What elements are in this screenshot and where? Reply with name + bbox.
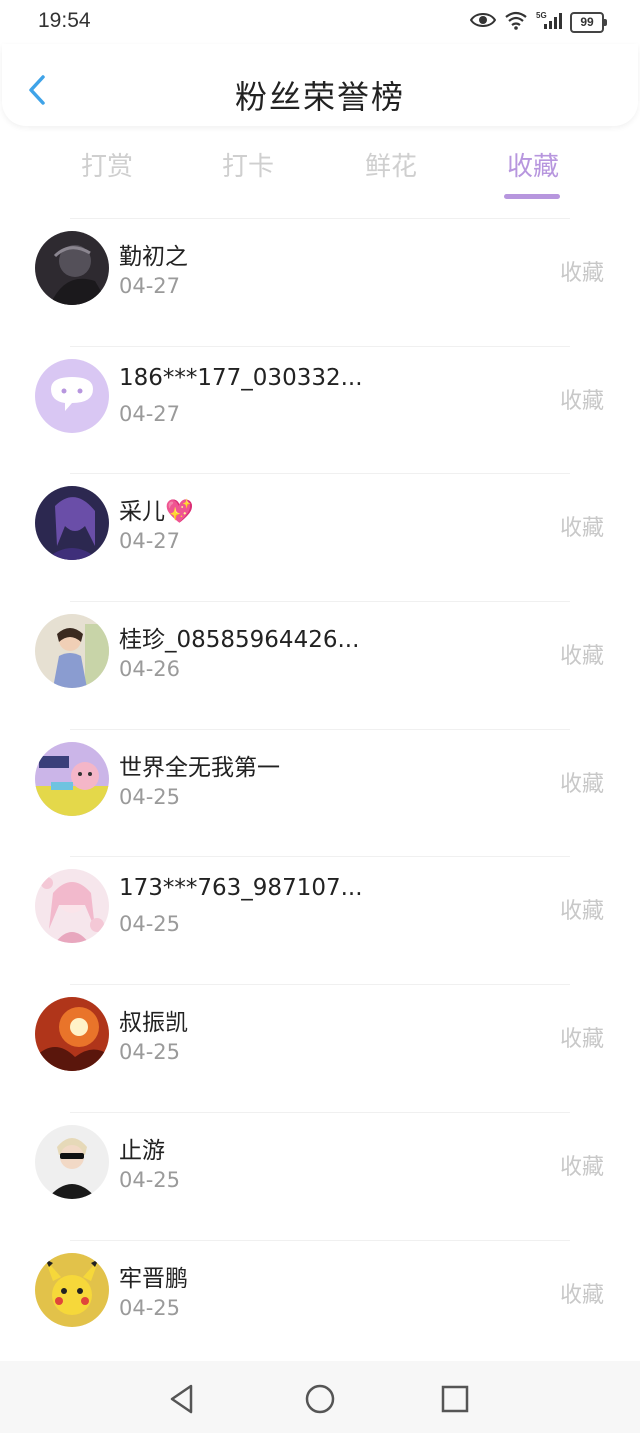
system-nav-bar <box>0 1361 640 1433</box>
page-title: 粉丝荣誉榜 <box>234 78 405 116</box>
item-date: 04-25 <box>119 1040 181 1065</box>
item-date: 04-27 <box>119 401 181 426</box>
svg-text:5G: 5G <box>536 11 547 20</box>
list-item[interactable]: 止游 04-25 收藏 <box>35 1111 604 1240</box>
nav-back-button[interactable] <box>162 1379 202 1419</box>
action-label: 收藏 <box>559 261 604 286</box>
item-date: 04-27 <box>119 274 181 298</box>
tab-checkin[interactable]: 打卡 <box>188 146 308 183</box>
user-name: 186***177_030332... <box>119 364 363 391</box>
eye-icon <box>469 11 497 33</box>
user-name: 叔振凯 <box>119 1010 188 1037</box>
list-item[interactable]: 173***763_987107... 04-25 收藏 <box>35 856 604 984</box>
fan-list: 勤初之 04-27 收藏 186***177_030332... 04-27 收… <box>0 218 640 1367</box>
list-item[interactable]: 牢晋鹏 04-25 收藏 <box>35 1239 604 1368</box>
wifi-icon <box>504 10 528 34</box>
tab-favorites[interactable]: 收藏 <box>473 146 593 199</box>
circle-home-icon <box>305 1384 335 1414</box>
list-item[interactable]: 桂珍_08585964426... 04-26 收藏 <box>35 601 604 729</box>
action-label: 收藏 <box>559 1282 604 1308</box>
item-date: 04-25 <box>119 912 181 937</box>
square-recents-icon <box>441 1385 469 1413</box>
tab-reward[interactable]: 打赏 <box>47 146 167 183</box>
cell-signal-icon: 5G <box>536 10 562 34</box>
action-label: 收藏 <box>559 644 604 670</box>
user-name: 173***763_987107... <box>119 875 363 902</box>
avatar <box>35 741 109 816</box>
action-label: 收藏 <box>559 388 604 414</box>
user-name: 勤初之 <box>119 244 188 270</box>
tab-bar: 打赏 打卡 鲜花 收藏 <box>0 140 640 202</box>
tab-flowers[interactable]: 鲜花 <box>331 146 451 183</box>
status-bar: 19:54 5G 99 <box>0 0 640 44</box>
user-name: 采儿💖 <box>119 499 194 526</box>
avatar <box>35 358 109 433</box>
avatar <box>35 997 109 1072</box>
action-label: 收藏 <box>559 899 604 925</box>
avatar <box>35 614 109 689</box>
tab-active-indicator <box>504 194 560 199</box>
avatar <box>35 1124 109 1199</box>
item-date: 04-27 <box>119 529 181 554</box>
triangle-back-icon <box>170 1384 193 1414</box>
nav-home-button[interactable] <box>300 1379 340 1419</box>
item-date: 04-26 <box>119 657 181 682</box>
item-date: 04-25 <box>119 1167 181 1192</box>
user-name: 止游 <box>119 1137 165 1164</box>
list-item[interactable]: 世界全无我第一 04-25 收藏 <box>35 728 604 857</box>
tab-favorites-label: 收藏 <box>506 152 559 182</box>
action-label: 收藏 <box>559 1027 604 1053</box>
user-name: 桂珍_08585964426... <box>119 627 360 654</box>
list-item[interactable]: 采儿💖 04-27 收藏 <box>35 473 604 601</box>
item-date: 04-25 <box>119 1295 181 1320</box>
status-icons: 5G 99 <box>469 10 607 34</box>
user-name: 牢晋鹏 <box>119 1265 188 1292</box>
battery-icon: 99 <box>570 11 607 33</box>
list-item[interactable]: 叔振凯 04-25 收藏 <box>35 984 604 1112</box>
header-bar: 粉丝荣誉榜 <box>2 44 638 126</box>
action-label: 收藏 <box>559 516 604 542</box>
avatar <box>35 869 109 944</box>
avatar <box>35 486 109 561</box>
avatar <box>35 1252 109 1327</box>
list-item[interactable]: 勤初之 04-27 收藏 <box>35 218 604 346</box>
avatar <box>35 231 109 305</box>
list-item[interactable]: 186***177_030332... 04-27 收藏 <box>35 345 604 474</box>
status-time: 19:54 <box>38 9 91 32</box>
action-label: 收藏 <box>559 771 604 797</box>
nav-recents-button[interactable] <box>435 1379 475 1419</box>
user-name: 世界全无我第一 <box>119 754 280 781</box>
item-date: 04-25 <box>119 784 181 809</box>
action-label: 收藏 <box>559 1154 604 1180</box>
